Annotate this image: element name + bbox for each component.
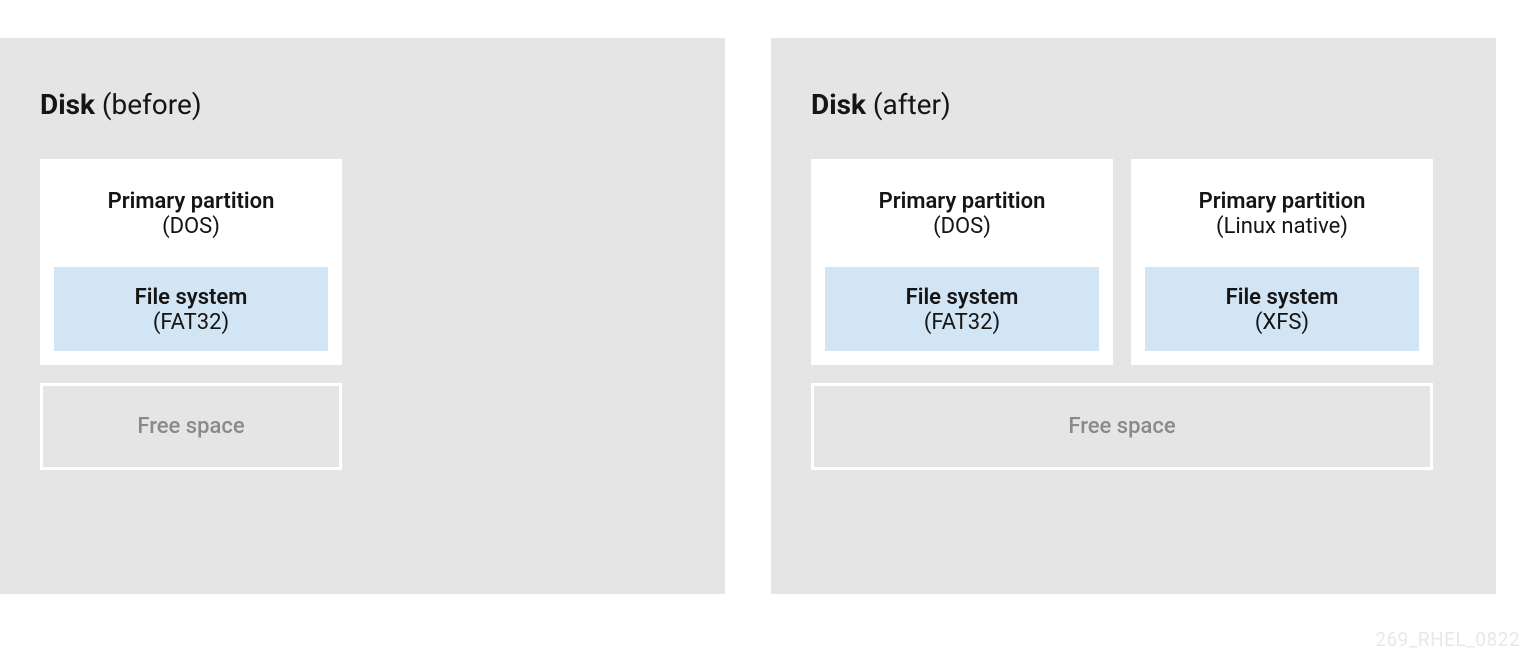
disk-panel-after: Disk (after) Primary partition (DOS) Fil… (771, 38, 1496, 594)
filesystem-box: File system (FAT32) (54, 267, 328, 351)
filesystem-title: File system (54, 285, 328, 310)
partition-card: Primary partition (DOS) File system (FAT… (40, 159, 342, 365)
disk-title-bold: Disk (40, 88, 95, 121)
partition-card: Primary partition (DOS) File system (FAT… (811, 159, 1113, 365)
filesystem-subtitle: (XFS) (1145, 310, 1419, 335)
partitions-row-after: Primary partition (DOS) File system (FAT… (811, 159, 1456, 365)
partition-title: Primary partition (1199, 189, 1366, 214)
filesystem-box: File system (XFS) (1145, 267, 1419, 351)
partitions-row-before: Primary partition (DOS) File system (FAT… (40, 159, 685, 365)
disk-title-light: (after) (866, 88, 951, 121)
partition-subtitle: (Linux native) (1216, 214, 1348, 239)
free-space-label: Free space (137, 414, 244, 439)
diagram-container: Disk (before) Primary partition (DOS) Fi… (0, 0, 1520, 632)
partition-subtitle: (DOS) (933, 214, 991, 239)
partition-title: Primary partition (879, 189, 1046, 214)
disk-title-before: Disk (before) (40, 88, 685, 121)
free-space-box: Free space (811, 383, 1433, 470)
partition-title: Primary partition (108, 189, 275, 214)
partition-subtitle: (DOS) (162, 214, 220, 239)
disk-title-light: (before) (95, 88, 202, 121)
filesystem-subtitle: (FAT32) (54, 310, 328, 335)
disk-title-after: Disk (after) (811, 88, 1456, 121)
disk-panel-before: Disk (before) Primary partition (DOS) Fi… (0, 38, 725, 594)
filesystem-title: File system (825, 285, 1099, 310)
filesystem-subtitle: (FAT32) (825, 310, 1099, 335)
free-space-label: Free space (1068, 414, 1175, 439)
watermark-text: 269_RHEL_0822 (1375, 628, 1520, 651)
filesystem-title: File system (1145, 285, 1419, 310)
partition-card: Primary partition (Linux native) File sy… (1131, 159, 1433, 365)
free-space-box: Free space (40, 383, 342, 470)
disk-title-bold: Disk (811, 88, 866, 121)
filesystem-box: File system (FAT32) (825, 267, 1099, 351)
